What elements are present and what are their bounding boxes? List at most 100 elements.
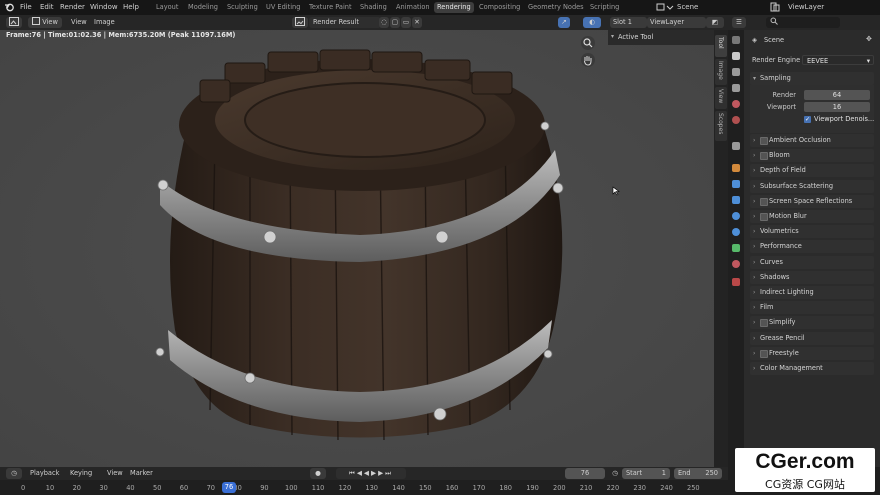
blender-logo-icon[interactable]	[4, 2, 14, 14]
zoom-icon[interactable]	[581, 36, 595, 50]
panel-screen-space-reflections[interactable]: › Screen Space Reflections	[750, 194, 874, 208]
viewport-samples-field[interactable]: 16	[804, 102, 870, 112]
end-frame-field[interactable]: End 250	[674, 468, 722, 479]
slot-dropdown[interactable]: Slot 1	[610, 17, 647, 28]
viewport-denoise-checkbox[interactable]: ✓	[804, 116, 811, 123]
view-layer-tab-icon[interactable]	[732, 84, 740, 92]
tab-scopes[interactable]: Scopes	[715, 111, 727, 141]
panel-freestyle[interactable]: › Freestyle	[750, 346, 874, 360]
menu-view[interactable]: View	[71, 17, 87, 28]
render-tab-icon[interactable]	[732, 52, 740, 60]
tab-view[interactable]: View	[715, 87, 727, 109]
open-image-icon[interactable]: ▭	[401, 17, 411, 28]
data-tab-icon[interactable]	[732, 244, 740, 252]
menu-keying[interactable]: Keying	[70, 468, 92, 479]
workspace-tab-compositing[interactable]: Compositing	[476, 2, 523, 13]
panel-volumetrics[interactable]: › Volumetrics	[750, 225, 874, 239]
panel-enable-checkbox[interactable]	[760, 213, 768, 221]
menu-help[interactable]: Help	[123, 3, 139, 11]
viewlayer-dropdown[interactable]: ViewLayer	[647, 17, 706, 28]
panel-motion-blur[interactable]: › Motion Blur	[750, 210, 874, 223]
menu-render[interactable]: Render	[60, 3, 85, 11]
start-frame-field[interactable]: Start 1	[622, 468, 670, 479]
scene-icon[interactable]	[656, 2, 674, 14]
viewlayer-icon[interactable]	[770, 2, 784, 14]
image-browse-icon[interactable]	[292, 17, 308, 28]
panel-enable-checkbox[interactable]	[760, 197, 768, 206]
render-samples-field[interactable]: 64	[804, 90, 870, 100]
panel-subsurface-scattering[interactable]: › Subsurface Scattering	[750, 179, 874, 193]
workspace-tab-geometry-nodes[interactable]: Geometry Nodes	[525, 2, 587, 13]
physics-tab-icon[interactable]	[732, 212, 740, 220]
menu-playback[interactable]: Playback	[30, 468, 59, 479]
tool-tab-icon[interactable]	[732, 36, 740, 44]
viewlayer-selector[interactable]: ViewLayer	[788, 3, 824, 11]
workspace-tab-sculpting[interactable]: Sculpting	[224, 2, 261, 13]
material-tab-icon[interactable]	[732, 260, 740, 268]
object-tab-icon[interactable]	[732, 164, 740, 172]
panel-sampling-header[interactable]: ▾ Sampling	[750, 72, 874, 85]
timeline-editor-type-icon[interactable]: ◷	[6, 468, 22, 479]
constraints-tab-icon[interactable]	[732, 228, 740, 236]
particles-tab-icon[interactable]	[732, 196, 740, 204]
workspace-tab-layout[interactable]: Layout	[153, 2, 181, 13]
scene-tab-icon[interactable]	[732, 100, 740, 108]
current-frame-field[interactable]: 76	[565, 468, 605, 479]
fake-user-shield-icon[interactable]: ◌	[379, 17, 389, 28]
properties-editor-type-icon[interactable]: ☰	[732, 17, 746, 28]
pin-icon[interactable]: ✥	[866, 35, 872, 43]
workspace-tab-animation[interactable]: Animation	[393, 2, 433, 13]
menu-image[interactable]: Image	[94, 17, 115, 28]
pan-hand-icon[interactable]	[581, 53, 595, 67]
menu-file[interactable]: File	[20, 3, 32, 11]
menu-marker[interactable]: Marker	[130, 468, 153, 479]
playhead[interactable]: 76	[222, 482, 236, 493]
panel-bloom[interactable]: › Bloom	[750, 149, 874, 163]
output-tab-icon[interactable]	[732, 68, 740, 76]
panel-film[interactable]: › Film	[750, 301, 874, 315]
active-tool-panel-header[interactable]: ▾ Active Tool	[608, 30, 714, 45]
workspace-tab-modeling[interactable]: Modeling	[185, 2, 221, 13]
properties-search-input[interactable]	[766, 17, 840, 28]
panel-indirect-lighting[interactable]: › Indirect Lighting	[750, 286, 874, 299]
workspace-tab-shading[interactable]: Shading	[357, 2, 390, 13]
panel-ambient-occlusion[interactable]: › Ambient Occlusion	[750, 134, 874, 147]
render-engine-dropdown[interactable]: EEVEE ▾	[802, 55, 874, 65]
close-image-icon[interactable]: ✕	[412, 17, 422, 28]
workspace-tab-scripting[interactable]: Scripting	[587, 2, 622, 13]
menu-edit[interactable]: Edit	[40, 3, 54, 11]
workspace-tab-uv-editing[interactable]: UV Editing	[263, 2, 303, 13]
texture-tab-icon[interactable]	[732, 278, 740, 286]
panel-enable-checkbox[interactable]	[760, 137, 768, 145]
workspace-tab-rendering[interactable]: Rendering	[434, 2, 474, 13]
playback-controls[interactable]: ⏮◀◀▶▶⏭	[336, 468, 406, 479]
auto-keying-icon[interactable]: ●	[310, 468, 326, 479]
display-channels-icon[interactable]: ◩	[706, 17, 724, 28]
workspace-tab-texture-paint[interactable]: Texture Paint	[306, 2, 355, 13]
overlay-toggle-icon[interactable]: ◐	[583, 17, 601, 28]
menu-window[interactable]: Window	[90, 3, 118, 11]
panel-color-management[interactable]: › Color Management	[750, 362, 874, 375]
panel-enable-checkbox[interactable]	[760, 152, 768, 161]
collection-tab-icon[interactable]	[732, 142, 740, 150]
tab-image[interactable]: Image	[715, 59, 727, 85]
panel-depth-of-field[interactable]: › Depth of Field	[750, 164, 874, 178]
modifier-tab-icon[interactable]	[732, 180, 740, 188]
panel-curves[interactable]: › Curves	[750, 255, 874, 269]
tab-tool[interactable]: Tool	[715, 35, 727, 57]
image-name-field[interactable]: Render Result	[309, 17, 381, 28]
scene-selector[interactable]: Scene	[677, 3, 698, 11]
panel-simplify[interactable]: › Simplify	[750, 316, 874, 330]
view-mode-dropdown[interactable]: View	[28, 17, 62, 28]
panel-grease-pencil[interactable]: › Grease Pencil	[750, 331, 874, 345]
editor-type-icon[interactable]	[6, 17, 22, 28]
world-tab-icon[interactable]	[732, 116, 740, 124]
menu-timeline-view[interactable]: View	[107, 468, 123, 479]
gizmo-toggle-icon[interactable]: ↗	[558, 17, 570, 28]
panel-performance[interactable]: › Performance	[750, 240, 874, 254]
new-image-icon[interactable]: ▢	[390, 17, 400, 28]
panel-enable-checkbox[interactable]	[760, 319, 768, 328]
panel-shadows[interactable]: › Shadows	[750, 270, 874, 284]
panel-enable-checkbox[interactable]	[760, 349, 768, 358]
render-canvas[interactable]	[0, 30, 714, 467]
